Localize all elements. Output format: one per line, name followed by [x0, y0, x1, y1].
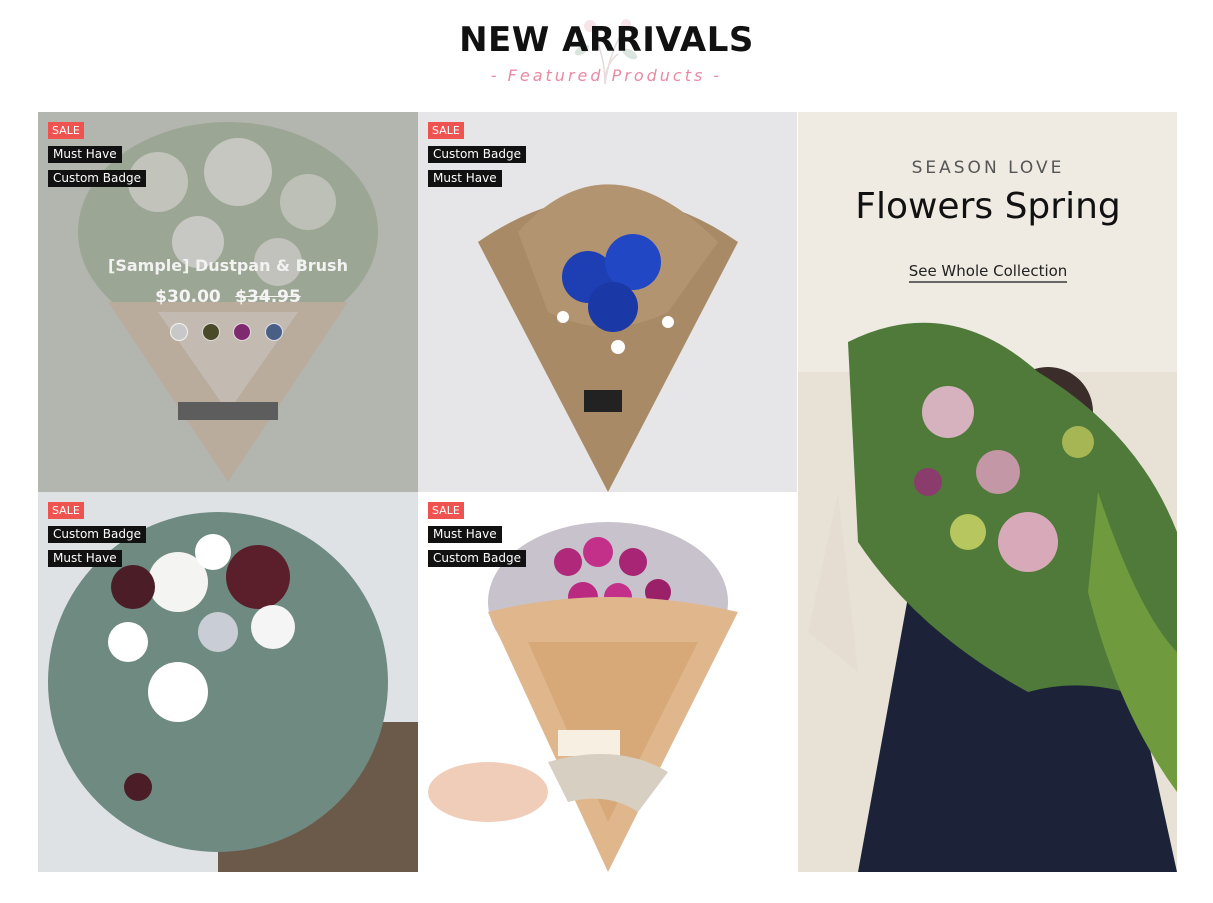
swatch-4[interactable] [265, 323, 283, 341]
product-prices: $30.00 $34.95 [38, 287, 418, 307]
promo-kicker: SEASON LOVE [911, 158, 1065, 178]
swatch-1[interactable] [170, 323, 188, 341]
sale-badge: SALE [428, 122, 464, 139]
product-badge: Must Have [48, 146, 122, 163]
product-card-4[interactable]: SALE Must Have Custom Badge [418, 492, 797, 872]
section-title: NEW ARRIVALS [459, 20, 754, 60]
product-card-3[interactable]: SALE Custom Badge Must Have [38, 492, 418, 872]
product-old-price: $34.95 [235, 287, 301, 307]
product-badge: Custom Badge [48, 170, 146, 187]
see-collection-label[interactable]: See Whole Collection [908, 262, 1068, 283]
sale-badge: SALE [48, 502, 84, 519]
sale-badge: SALE [48, 122, 84, 139]
product-name[interactable]: [Sample] Dustpan & Brush [38, 256, 418, 275]
product-badge: Custom Badge [48, 526, 146, 543]
product-badge: Must Have [428, 170, 502, 187]
product-badge: Custom Badge [428, 146, 526, 163]
product-price: $30.00 [155, 287, 221, 307]
product-badge: Must Have [48, 550, 122, 567]
section-header: NEW ARRIVALS - Featured Products - [0, 0, 1213, 112]
badge-group: SALE Must Have Custom Badge [48, 122, 146, 194]
product-badge: Custom Badge [428, 550, 526, 567]
swatch-2[interactable] [202, 323, 220, 341]
product-badge: Must Have [428, 526, 502, 543]
badge-group: SALE Must Have Custom Badge [428, 502, 526, 574]
see-collection-link[interactable]: See Whole Collection [798, 262, 1177, 283]
promo-title: Flowers Spring [855, 186, 1121, 227]
product-grid: [Sample] Dustpan & Brush $30.00 $34.95 S… [38, 112, 1177, 872]
product-card-2[interactable]: SALE Custom Badge Must Have [418, 112, 797, 492]
section-subtitle: - Featured Products - [490, 66, 723, 85]
badge-group: SALE Custom Badge Must Have [48, 502, 146, 574]
badge-group: SALE Custom Badge Must Have [428, 122, 526, 194]
sale-badge: SALE [428, 502, 464, 519]
swatch-3[interactable] [233, 323, 251, 341]
product-card-1[interactable]: [Sample] Dustpan & Brush $30.00 $34.95 S… [38, 112, 418, 492]
promo-banner[interactable]: SEASON LOVE Flowers Spring See Whole Col… [798, 112, 1177, 872]
